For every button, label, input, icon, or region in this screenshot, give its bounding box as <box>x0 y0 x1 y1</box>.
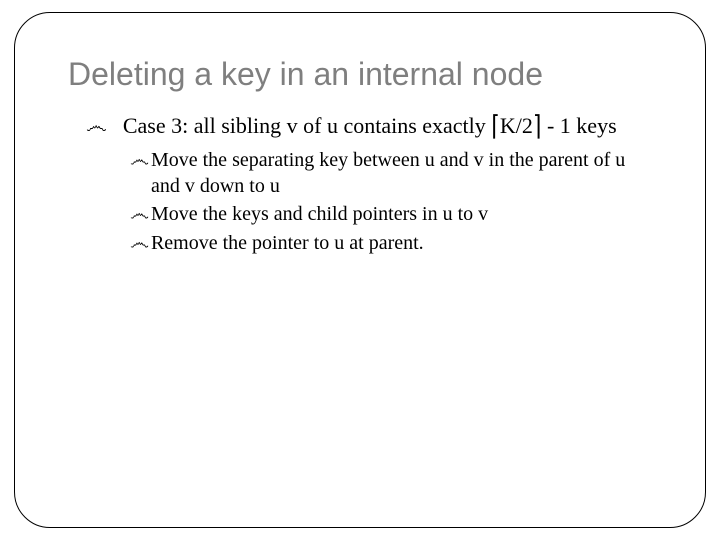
curly-bullet-icon: ෴ <box>130 201 149 227</box>
sub-bullet-list: ෴ Move the separating key between u and … <box>130 147 652 257</box>
case-3-prefix: Case 3: all sibling v of u contains exac… <box>123 113 486 138</box>
case-3-text: Case 3: all sibling v of u contains exac… <box>123 111 652 141</box>
ceiling-close-icon: ⌉ <box>533 107 542 144</box>
bullet-case-3: ෴ Case 3: all sibling v of u contains ex… <box>86 111 652 141</box>
sub-bullet-1-text: Move the separating key between u and v … <box>151 147 652 200</box>
sub-bullet-2-text: Move the keys and child pointers in u to… <box>151 201 652 227</box>
case-3-suffix: - 1 keys <box>547 113 617 138</box>
sub-bullet-3-text: Remove the pointer to u at parent. <box>151 230 652 256</box>
sub-bullet-3: ෴ Remove the pointer to u at parent. <box>130 230 652 256</box>
sub-bullet-2: ෴ Move the keys and child pointers in u … <box>130 201 652 227</box>
slide-title: Deleting a key in an internal node <box>68 56 692 93</box>
curly-bullet-icon: ෴ <box>86 111 107 141</box>
sub-bullet-1: ෴ Move the separating key between u and … <box>130 147 652 200</box>
curly-bullet-icon: ෴ <box>130 230 149 256</box>
ceiling-open-icon: ⌈ <box>491 107 500 144</box>
slide-frame: Deleting a key in an internal node ෴ Cas… <box>0 0 720 540</box>
case-3-expr: K/2 <box>500 113 533 138</box>
slide-body: ෴ Case 3: all sibling v of u contains ex… <box>86 111 652 256</box>
curly-bullet-icon: ෴ <box>130 147 149 173</box>
